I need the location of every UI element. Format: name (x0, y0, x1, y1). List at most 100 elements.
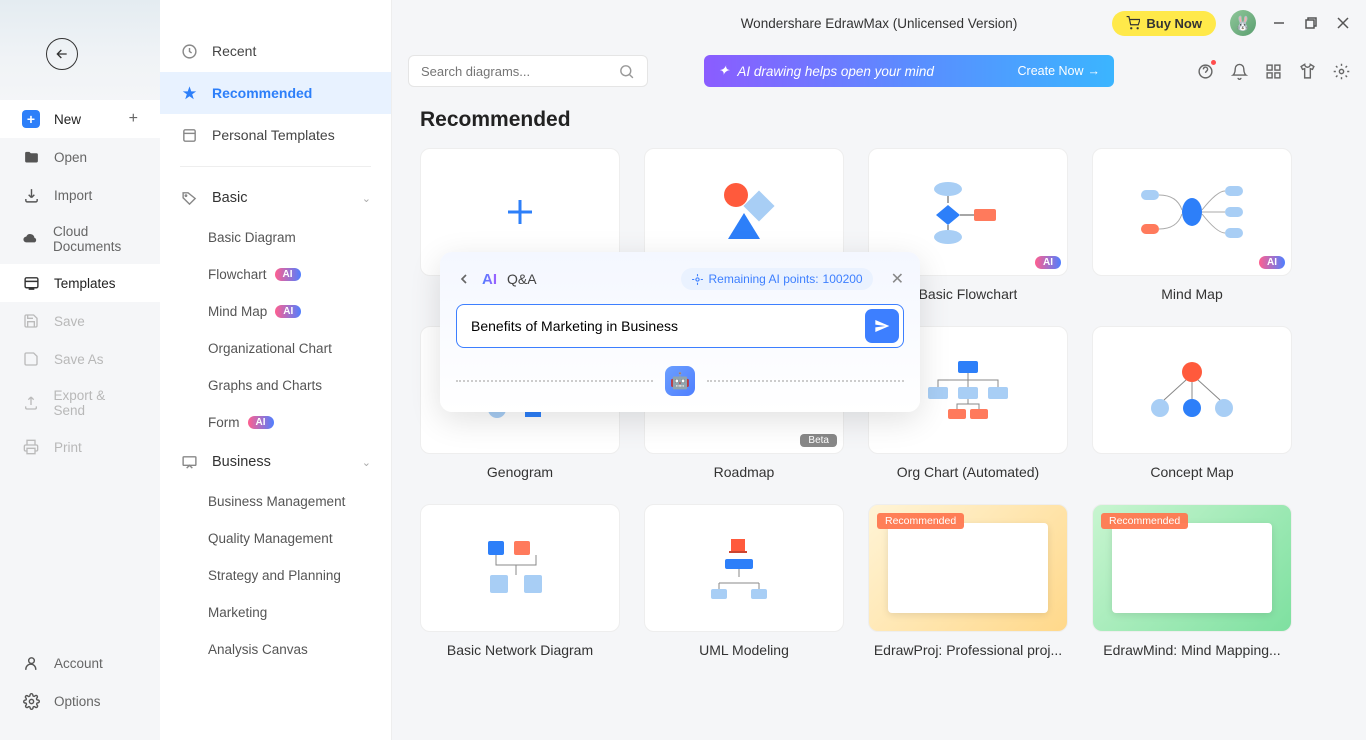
clock-icon (180, 42, 198, 60)
add-icon[interactable]: + (129, 110, 138, 128)
nav-import[interactable]: Import (0, 176, 160, 214)
cat-graphs[interactable]: Graphs and Charts (160, 367, 391, 404)
nav-label: Print (54, 440, 82, 455)
ai-back-button[interactable] (456, 271, 472, 287)
toolbar: ✦ AI drawing helps open your mind Create… (392, 46, 1366, 96)
help-icon[interactable] (1196, 62, 1214, 80)
cat-strategy[interactable]: Strategy and Planning (160, 557, 391, 594)
content: Recommended AI AI Basic Flowchart AI Min… (392, 96, 1366, 740)
search-icon (618, 63, 635, 80)
screenshot-mock (888, 523, 1048, 613)
cat-recommended[interactable]: Recommended (160, 72, 391, 114)
nav-print[interactable]: Print (0, 428, 160, 466)
card-label: EdrawMind: Mind Mapping... (1103, 642, 1280, 658)
nav-saveas[interactable]: Save As (0, 340, 160, 378)
uml-icon (699, 533, 789, 603)
cat-flowchart[interactable]: FlowchartAI (160, 256, 391, 293)
cat-business-mgmt[interactable]: Business Management (160, 483, 391, 520)
cat-basic-diagram[interactable]: Basic Diagram (160, 219, 391, 256)
mindmap-icon (1137, 182, 1247, 242)
card-concept-map[interactable]: Concept Map (1092, 326, 1292, 480)
ai-logo: AI (482, 271, 497, 288)
cat-business-header[interactable]: Business ⌄ (160, 441, 391, 483)
sidebar-categories: Recent Recommended Personal Templates Ba… (160, 0, 392, 740)
card-label: Basic Network Diagram (447, 642, 593, 658)
cat-quality[interactable]: Quality Management (160, 520, 391, 557)
nav-templates[interactable]: Templates (0, 264, 160, 302)
nav-label: Account (54, 656, 103, 671)
export-icon (22, 394, 39, 412)
cart-icon (1126, 16, 1140, 30)
nav-cloud[interactable]: Cloud Documents (0, 214, 160, 264)
card-uml[interactable]: UML Modeling (644, 504, 844, 658)
save-icon (22, 312, 40, 330)
ai-badge: AI (275, 305, 301, 318)
gear-icon (22, 692, 40, 710)
search-input[interactable] (421, 64, 610, 79)
target-icon (691, 273, 704, 286)
banner-text: AI drawing helps open your mind (737, 64, 934, 79)
settings-icon[interactable] (1332, 62, 1350, 80)
chevron-down-icon: ⌄ (362, 456, 371, 469)
card-label: Basic Flowchart (919, 286, 1018, 302)
avatar[interactable]: 🐰 (1230, 10, 1256, 36)
cat-recent[interactable]: Recent (160, 30, 391, 72)
titlebar: Wondershare EdrawMax (Unlicensed Version… (392, 0, 1366, 46)
cat-basic-header[interactable]: Basic ⌄ (160, 177, 391, 219)
nav-new[interactable]: + New + (0, 100, 160, 138)
nav-options[interactable]: Options (0, 682, 160, 720)
ai-points-badge[interactable]: Remaining AI points: 100200 (681, 268, 872, 290)
ai-send-button[interactable] (865, 309, 899, 343)
cat-label: Personal Templates (212, 127, 335, 143)
card-mind-map[interactable]: AI Mind Map (1092, 148, 1292, 302)
search-box[interactable] (408, 55, 648, 87)
card-network[interactable]: Basic Network Diagram (420, 504, 620, 658)
maximize-button[interactable] (1302, 14, 1320, 32)
cat-label: Business (212, 454, 271, 470)
cat-label: Recent (212, 43, 256, 59)
card-label: Mind Map (1161, 286, 1222, 302)
bell-icon[interactable] (1230, 62, 1248, 80)
cat-label: Basic (212, 190, 247, 206)
cat-mindmap[interactable]: Mind MapAI (160, 293, 391, 330)
card-label: EdrawProj: Professional proj... (874, 642, 1062, 658)
card-label: Genogram (487, 464, 553, 480)
nav-label: Options (54, 694, 101, 709)
beta-badge: Beta (800, 434, 837, 447)
ai-close-button[interactable]: ✕ (891, 269, 904, 289)
ai-badge: AI (1035, 256, 1061, 269)
back-button[interactable] (46, 38, 78, 70)
cat-form[interactable]: FormAI (160, 404, 391, 441)
card-edrawproj[interactable]: Recommended EdrawProj: Professional proj… (868, 504, 1068, 658)
nav-export[interactable]: Export & Send (0, 378, 160, 428)
shirt-icon[interactable] (1298, 62, 1316, 80)
nav-account[interactable]: Account (0, 644, 160, 682)
close-button[interactable] (1334, 14, 1352, 32)
nav-label: Save (54, 314, 85, 329)
flowchart-icon (918, 177, 1018, 247)
nav-label: New (54, 112, 81, 127)
ai-title: Q&A (507, 271, 537, 287)
minimize-button[interactable] (1270, 14, 1288, 32)
nav-label: Save As (54, 352, 104, 367)
cat-personal[interactable]: Personal Templates (160, 114, 391, 156)
cat-analysis[interactable]: Analysis Canvas (160, 631, 391, 668)
card-label: UML Modeling (699, 642, 789, 658)
create-now-button[interactable]: Create Now → (1018, 64, 1101, 78)
sidebar-narrow: + New + Open Import Cloud Documents Temp… (0, 0, 160, 740)
nav-label: Open (54, 150, 87, 165)
apps-icon[interactable] (1264, 62, 1282, 80)
template-icon (180, 126, 198, 144)
cat-marketing[interactable]: Marketing (160, 594, 391, 631)
section-title: Recommended (420, 108, 1338, 132)
ai-banner[interactable]: ✦ AI drawing helps open your mind Create… (704, 55, 1114, 87)
plus-icon (502, 194, 538, 230)
tag-icon (180, 189, 198, 207)
ai-input[interactable] (461, 309, 865, 343)
buy-now-button[interactable]: Buy Now (1112, 11, 1216, 36)
nav-save[interactable]: Save (0, 302, 160, 340)
card-edrawmind[interactable]: Recommended EdrawMind: Mind Mapping... (1092, 504, 1292, 658)
cat-orgchart[interactable]: Organizational Chart (160, 330, 391, 367)
recommended-badge: Recommended (1101, 513, 1188, 529)
nav-open[interactable]: Open (0, 138, 160, 176)
